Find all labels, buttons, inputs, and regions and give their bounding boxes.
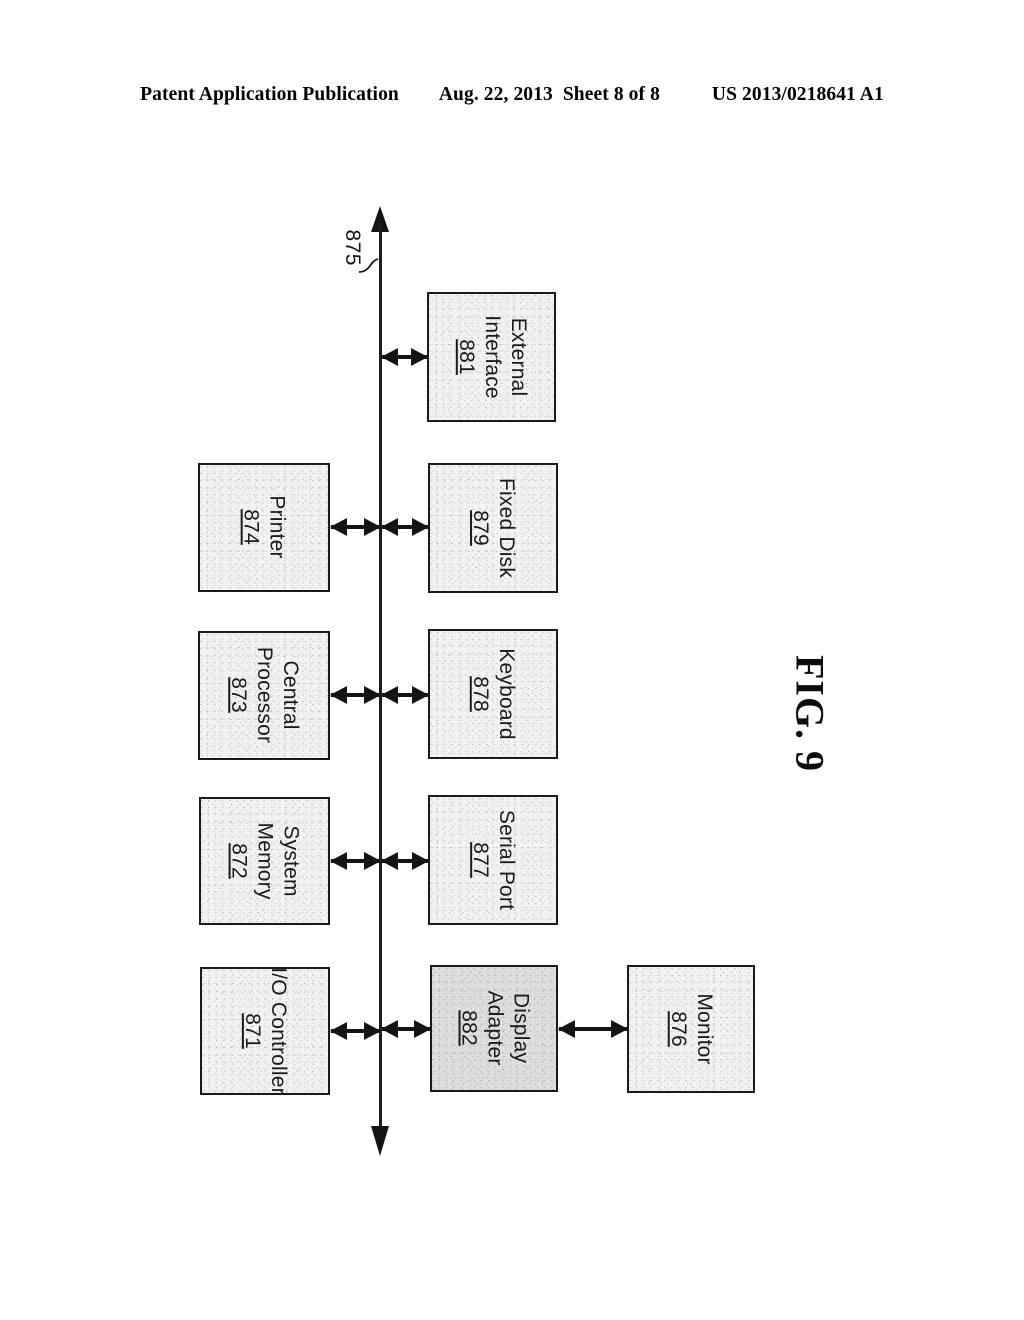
connector-bus-to-display-adapter [381, 1020, 431, 1038]
block-printer-text: Printer 874 [238, 496, 290, 559]
block-external-interface-label: External [506, 317, 530, 397]
block-display-adapter-label: Display [509, 993, 533, 1064]
block-display-adapter: Display Adapter 882 [430, 965, 558, 1092]
block-serial-port-numeral: 877 [469, 842, 492, 878]
block-central-processor-numeral: 873 [226, 677, 250, 714]
block-monitor-label: Monitor [693, 993, 717, 1065]
block-keyboard: Keyboard 878 [428, 629, 558, 759]
block-monitor-text: Monitor 876 [665, 993, 717, 1064]
connector-bus-to-fixed-disk [381, 518, 429, 536]
block-fixed-disk-label: Fixed Disk [495, 477, 519, 579]
figure-caption: FIG. 9 [787, 654, 833, 773]
block-system-memory-label2: Memory [253, 822, 277, 900]
block-display-adapter-numeral: 882 [456, 1010, 480, 1047]
block-printer: Printer 874 [198, 463, 330, 592]
block-serial-port: Serial Port 877 [428, 795, 558, 925]
block-io-controller-label: I/O Controller [267, 967, 291, 1095]
block-fixed-disk: Fixed Disk 879 [428, 463, 558, 593]
connector-io-controller-to-bus [330, 1022, 381, 1040]
connector-system-memory-to-bus [330, 852, 381, 870]
block-io-controller-text: I/O Controller 871 [239, 967, 291, 1095]
block-io-controller-numeral: 871 [241, 1013, 264, 1049]
block-keyboard-text: Keyboard 878 [467, 648, 519, 740]
block-external-interface: External Interface 881 [427, 292, 556, 422]
connector-bus-to-external-interface [381, 348, 428, 366]
connector-display-adapter-to-monitor [558, 1020, 628, 1038]
block-central-processor-label: Central [279, 660, 303, 731]
bus-arrowhead-bottom [371, 1126, 389, 1156]
connector-printer-to-bus [330, 518, 381, 536]
block-printer-numeral: 874 [239, 509, 263, 546]
connector-bus-to-keyboard [381, 686, 429, 704]
block-external-interface-numeral: 881 [454, 339, 478, 375]
block-system-memory: System Memory 872 [199, 797, 330, 925]
block-keyboard-numeral: 878 [469, 676, 492, 712]
bus-leader-hook-icon [358, 258, 379, 273]
block-system-memory-numeral: 872 [227, 843, 251, 879]
block-system-memory-label: System [279, 825, 303, 897]
patent-figure-9: 875 I/O Controller 871 System Memory 872… [0, 0, 1024, 1320]
block-external-interface-text: External Interface 881 [452, 315, 530, 399]
block-central-processor-text: Central Processor 873 [225, 647, 303, 743]
block-system-memory-text: System Memory 872 [225, 822, 303, 899]
block-serial-port-text: Serial Port 877 [467, 810, 519, 910]
block-keyboard-label: Keyboard [495, 648, 519, 740]
connector-bus-to-serial-port [381, 852, 429, 870]
block-serial-port-label: Serial Port [495, 809, 519, 911]
block-central-processor: Central Processor 873 [198, 631, 330, 760]
block-printer-label: Printer [266, 495, 290, 560]
block-fixed-disk-numeral: 879 [469, 510, 492, 546]
block-display-adapter-text: Display Adapter 882 [455, 991, 533, 1066]
block-display-adapter-label2: Adapter [483, 991, 507, 1066]
block-monitor: Monitor 876 [627, 965, 755, 1093]
block-central-processor-label2: Processor [253, 647, 277, 744]
block-external-interface-label2: Interface [480, 315, 504, 399]
block-fixed-disk-text: Fixed Disk 879 [467, 478, 519, 578]
connector-central-processor-to-bus [330, 686, 381, 704]
block-io-controller: I/O Controller 871 [200, 967, 330, 1095]
block-monitor-numeral: 876 [667, 1011, 690, 1047]
